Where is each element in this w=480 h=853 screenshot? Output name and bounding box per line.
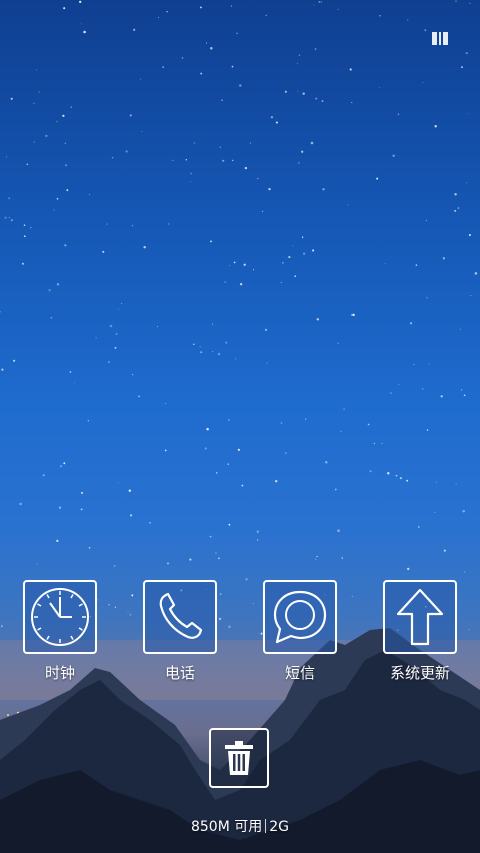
app-messages-label: 短信 [284,664,315,682]
app-clock[interactable]: 时钟 [15,580,105,683]
battery-icon [432,32,450,45]
app-system-update-label: 系统更新 [389,664,450,682]
app-system-update[interactable]: 系统更新 [375,580,465,683]
wallpaper [0,0,480,853]
trash-icon [225,741,253,775]
memory-separator [265,819,267,833]
app-system-update-tile[interactable] [383,580,457,654]
app-clock-label: 时钟 [44,664,75,682]
arrow-up-icon [396,588,444,646]
app-phone-tile[interactable] [143,580,217,654]
phone-icon [159,592,203,639]
app-messages[interactable]: 短信 [255,580,345,683]
message-icon [273,590,327,644]
memory-status: 850M 可用 2G [0,816,480,836]
memory-free: 850M 可用 [190,819,263,835]
app-messages-tile[interactable] [263,580,337,654]
app-phone[interactable]: 电话 [135,580,225,683]
app-phone-label: 电话 [164,664,195,682]
app-clock-tile[interactable] [23,580,97,654]
clear-memory-button[interactable] [209,728,269,788]
network-type: 2G [269,819,290,835]
clock-icon [31,588,89,646]
